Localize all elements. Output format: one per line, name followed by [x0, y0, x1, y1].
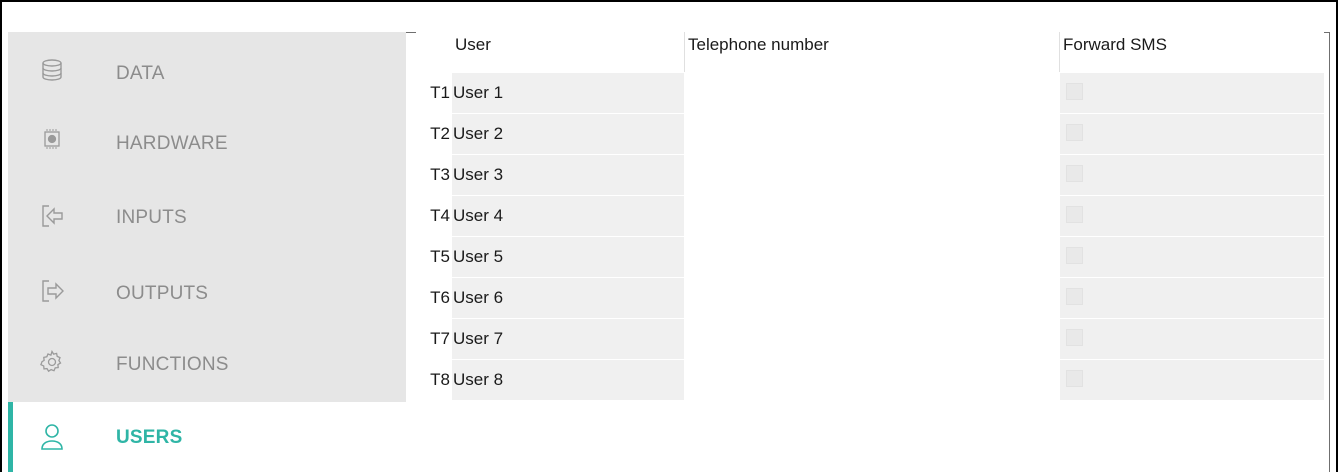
forward-sms-cell	[1060, 360, 1324, 400]
input-arrow-icon	[40, 204, 64, 228]
user-name-cell[interactable]: User 3	[452, 155, 684, 195]
sidebar-item-label: INPUTS	[116, 207, 187, 228]
sidebar-item-data[interactable]: DATA	[8, 36, 406, 106]
sidebar-item-label: DATA	[116, 63, 165, 84]
telephone-field[interactable]	[685, 278, 1059, 318]
sidebar: DATA HARDWARE INPUTS OUTPUTS FUNCTIONS U…	[8, 32, 406, 472]
sidebar-item-outputs[interactable]: OUTPUTS	[8, 257, 406, 327]
forward-sms-cell	[1060, 114, 1324, 154]
forward-sms-cell	[1060, 196, 1324, 236]
telephone-field[interactable]	[685, 155, 1059, 195]
sidebar-item-functions[interactable]: FUNCTIONS	[8, 326, 406, 396]
user-name-cell[interactable]: User 6	[452, 278, 684, 318]
telephone-field[interactable]	[685, 319, 1059, 359]
sidebar-item-label: HARDWARE	[116, 133, 228, 154]
forward-sms-checkbox[interactable]	[1066, 329, 1083, 346]
right-divider	[1329, 32, 1330, 472]
forward-sms-cell	[1060, 237, 1324, 277]
sidebar-item-inputs[interactable]: INPUTS	[8, 180, 406, 250]
row-id: T2	[416, 114, 452, 154]
user-name-cell[interactable]: User 8	[452, 360, 684, 400]
user-name-cell[interactable]: User 4	[452, 196, 684, 236]
row-id: T6	[416, 278, 452, 318]
telephone-field[interactable]	[685, 114, 1059, 154]
forward-sms-cell	[1060, 155, 1324, 195]
telephone-field[interactable]	[685, 360, 1059, 400]
forward-sms-checkbox[interactable]	[1066, 370, 1083, 387]
sidebar-item-label: OUTPUTS	[116, 283, 209, 304]
forward-sms-checkbox[interactable]	[1066, 83, 1083, 100]
column-header-telephone[interactable]: Telephone number	[685, 32, 1059, 72]
user-name-cell[interactable]: User 1	[452, 73, 684, 113]
database-icon	[40, 58, 64, 82]
forward-sms-cell	[1060, 319, 1324, 359]
forward-sms-checkbox[interactable]	[1066, 206, 1083, 223]
forward-sms-checkbox[interactable]	[1066, 124, 1083, 141]
row-id: T8	[416, 360, 452, 400]
row-id: T1	[416, 73, 452, 113]
sidebar-item-label: FUNCTIONS	[116, 354, 229, 375]
sidebar-item-users[interactable]: USERS	[8, 402, 406, 472]
forward-sms-checkbox[interactable]	[1066, 165, 1083, 182]
telephone-field[interactable]	[685, 237, 1059, 277]
telephone-field[interactable]	[685, 73, 1059, 113]
output-arrow-icon	[40, 279, 64, 303]
forward-sms-cell	[1060, 278, 1324, 318]
user-name-cell[interactable]: User 2	[452, 114, 684, 154]
row-id: T7	[416, 319, 452, 359]
chip-icon	[40, 127, 64, 151]
sidebar-item-label: USERS	[116, 427, 183, 448]
telephone-field[interactable]	[685, 196, 1059, 236]
row-id: T5	[416, 237, 452, 277]
user-name-cell[interactable]: User 7	[452, 319, 684, 359]
user-name-cell[interactable]: User 5	[452, 237, 684, 277]
forward-sms-checkbox[interactable]	[1066, 247, 1083, 264]
active-indicator	[8, 402, 13, 472]
row-id: T4	[416, 196, 452, 236]
gear-icon	[40, 349, 64, 374]
column-header-forward-sms[interactable]: Forward SMS	[1060, 32, 1324, 72]
sidebar-item-hardware[interactable]: HARDWARE	[8, 105, 406, 175]
forward-sms-cell	[1060, 73, 1324, 113]
forward-sms-checkbox[interactable]	[1066, 288, 1083, 305]
row-id: T3	[416, 155, 452, 195]
user-icon	[40, 423, 64, 450]
column-header-user[interactable]: User	[452, 32, 684, 72]
